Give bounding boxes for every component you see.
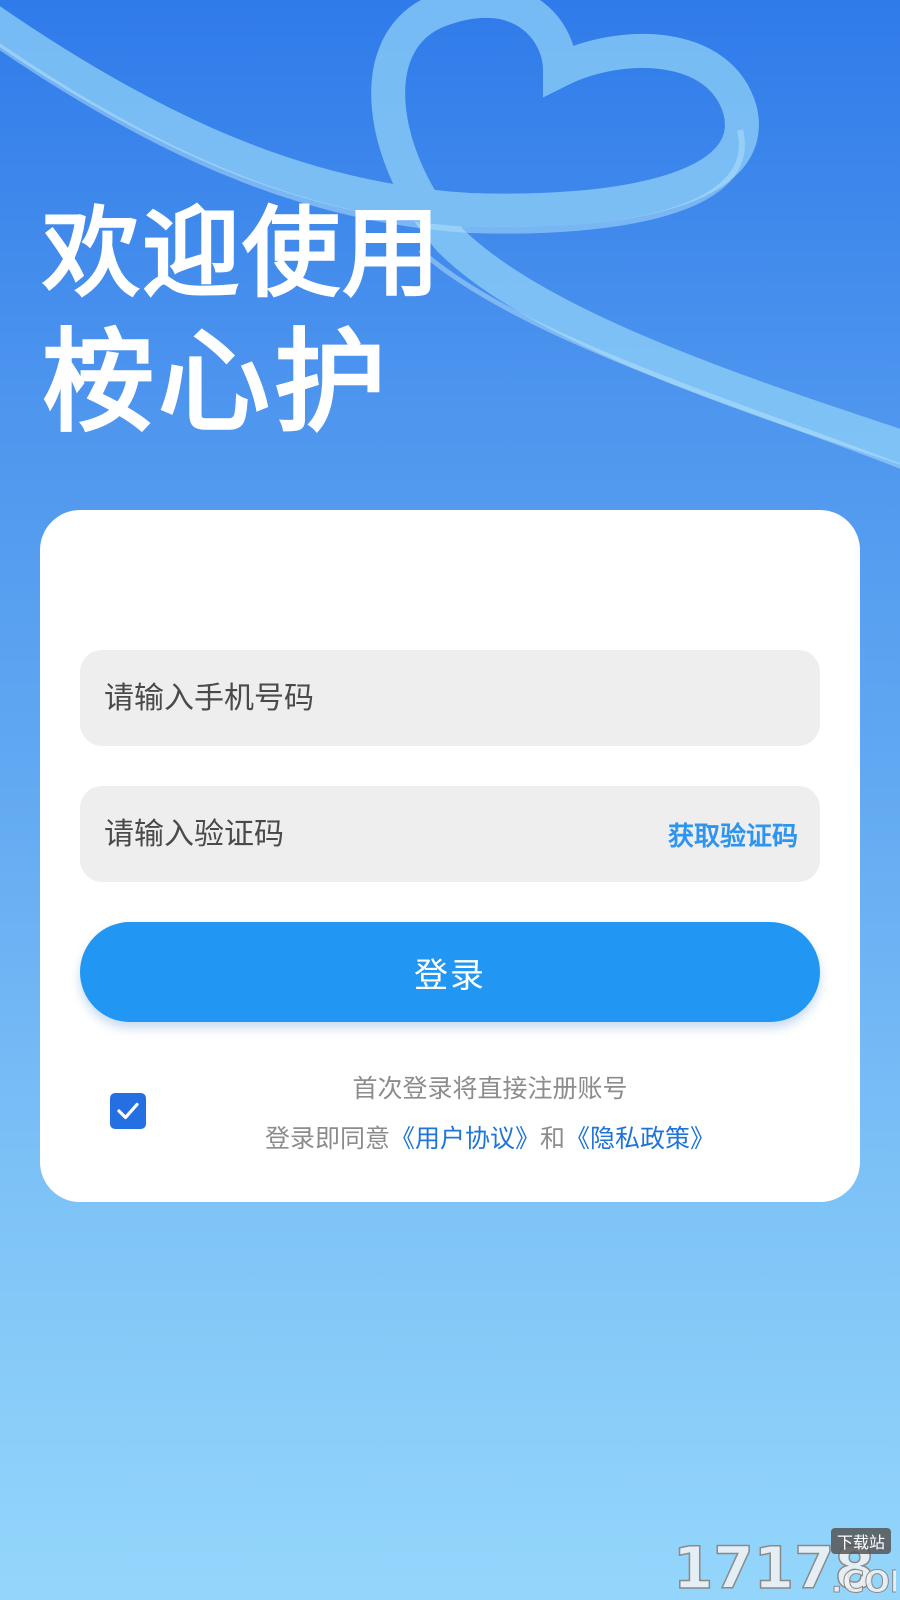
privacy-policy-link[interactable]: 《隐私政策》 (565, 1124, 715, 1153)
agreement-line: 登录即同意《用户协议》和《隐私政策》 (190, 1114, 790, 1164)
user-agreement-link[interactable]: 《用户协议》 (390, 1124, 540, 1153)
checkmark-icon (117, 1102, 139, 1120)
code-field: 获取验证码 (80, 786, 820, 882)
agreement-checkbox[interactable] (110, 1093, 146, 1129)
site-watermark-logo: 17178 下载站 .COM (672, 1528, 896, 1596)
watermark-sub: .COM (831, 1565, 896, 1596)
welcome-heading: 欢迎使用 桉心护 (42, 205, 442, 439)
welcome-line1: 欢迎使用 (42, 197, 443, 311)
agreement-prefix: 登录即同意 (264, 1124, 390, 1153)
phone-field (80, 650, 820, 746)
app-name: 桉心护 (42, 318, 390, 448)
agreement-conjunction: 和 (540, 1124, 566, 1153)
login-button[interactable]: 登录 (80, 922, 820, 1022)
agreement-text: 首次登录将直接注册账号 登录即同意《用户协议》和《隐私政策》 (190, 1064, 790, 1164)
code-input[interactable] (102, 815, 586, 853)
get-code-button[interactable]: 获取验证码 (668, 816, 798, 853)
register-note: 首次登录将直接注册账号 (352, 1074, 628, 1103)
watermark-tag: 下载站 (837, 1533, 885, 1552)
phone-input[interactable] (102, 679, 798, 717)
login-card: 获取验证码 登录 首次登录将直接注册账号 登录即同意《用户协议》和《隐私政策》 (40, 510, 860, 1202)
